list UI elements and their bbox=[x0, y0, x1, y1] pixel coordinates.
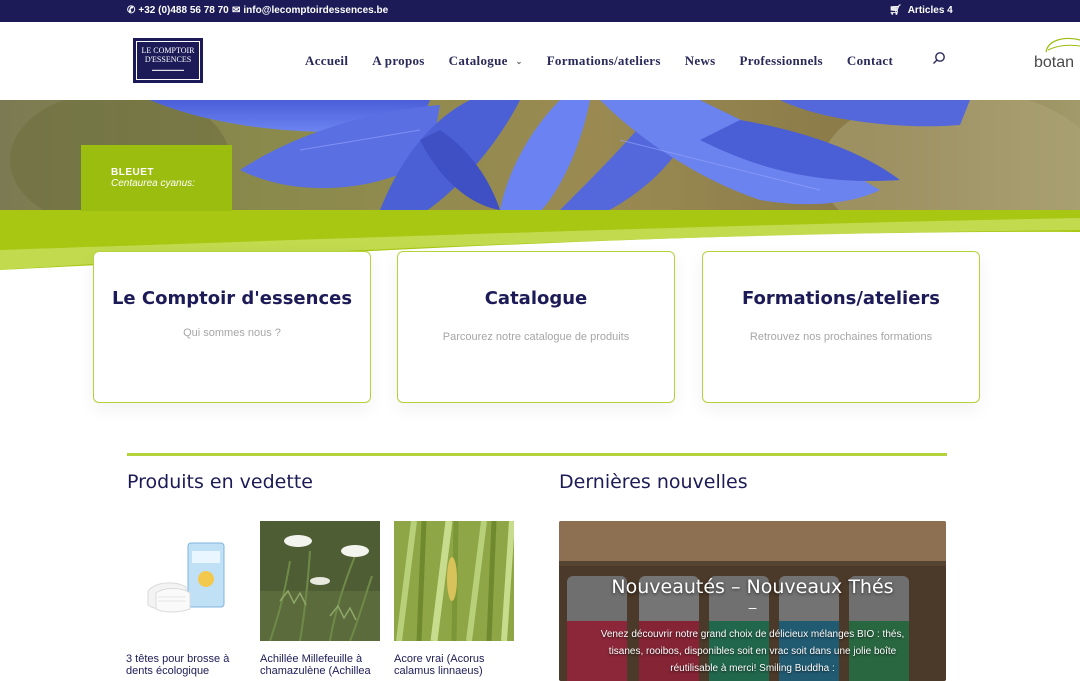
card-formations[interactable]: Formations/ateliers Retrouvez nos procha… bbox=[702, 251, 980, 403]
card-le-comptoir[interactable]: Le Comptoir d'essences Qui sommes nous ? bbox=[93, 251, 371, 403]
card-title: Le Comptoir d'essences bbox=[111, 288, 353, 309]
hero-caption-subtitle: Centaurea cyanus: bbox=[111, 178, 195, 189]
nav-formations[interactable]: Formations/ateliers bbox=[547, 53, 661, 69]
product-image[interactable] bbox=[260, 521, 380, 641]
main-nav: Accueil A propos Catalogue ⌄ Formations/… bbox=[305, 53, 917, 69]
nav-news[interactable]: News bbox=[685, 53, 716, 69]
section-divider bbox=[127, 453, 947, 456]
site-logo[interactable]: LE COMPTOIR D'ESSENCES ▬▬▬▬▬▬▬▬ bbox=[133, 38, 203, 83]
featured-products-heading: Produits en vedette bbox=[127, 471, 313, 493]
phone-number[interactable]: +32 (0)488 56 78 70 bbox=[138, 5, 228, 16]
hero-caption: BLEUET Centaurea cyanus: bbox=[81, 145, 232, 211]
phone-icon: ✆ bbox=[127, 5, 136, 16]
product-name[interactable]: Achillée Millefeuille à chamazulène (Ach… bbox=[260, 653, 380, 677]
phone-contact[interactable]: ✆ +32 (0)488 56 78 70 bbox=[127, 5, 229, 16]
product-image[interactable] bbox=[394, 521, 514, 641]
logo-line-2: D'ESSENCES bbox=[144, 55, 192, 64]
nav-contact[interactable]: Contact bbox=[847, 53, 893, 69]
site-header: LE COMPTOIR D'ESSENCES ▬▬▬▬▬▬▬▬ Accueil … bbox=[0, 22, 1080, 100]
product-card[interactable]: Achillée Millefeuille à chamazulène (Ach… bbox=[260, 521, 380, 677]
card-title: Catalogue bbox=[484, 288, 588, 309]
partner-logo[interactable]: botan bbox=[1034, 34, 1080, 84]
product-card[interactable]: 3 têtes pour brosse à dents écologique bbox=[126, 521, 246, 677]
card-subtitle: Retrouvez nos prochaines formations bbox=[749, 331, 933, 343]
nav-professionnels[interactable]: Professionnels bbox=[740, 53, 823, 69]
card-title: Formations/ateliers bbox=[741, 288, 941, 309]
card-subtitle: Parcourez notre catalogue de produits bbox=[442, 331, 630, 343]
mail-icon: ✉ bbox=[232, 5, 241, 16]
nav-accueil[interactable]: Accueil bbox=[305, 53, 348, 69]
product-card[interactable]: Acore vrai (Acorus calamus linnaeus) bbox=[394, 521, 514, 677]
news-item-dash: – bbox=[748, 599, 757, 615]
product-name[interactable]: 3 têtes pour brosse à dents écologique bbox=[126, 653, 246, 677]
latest-news-heading: Dernières nouvelles bbox=[559, 471, 748, 493]
product-name[interactable]: Acore vrai (Acorus calamus linnaeus) bbox=[394, 653, 514, 677]
cart-count[interactable]: Articles 4 bbox=[908, 5, 953, 16]
news-item-title[interactable]: Nouveautés – Nouveaux Thés bbox=[559, 576, 946, 598]
hero-caption-title: BLEUET bbox=[111, 167, 154, 178]
chevron-down-icon: ⌄ bbox=[515, 56, 523, 66]
news-card[interactable]: Nouveautés – Nouveaux Thés – Venez décou… bbox=[559, 521, 946, 681]
email-address[interactable]: info@lecomptoirdessences.be bbox=[243, 5, 388, 16]
partner-text: botan bbox=[1034, 54, 1075, 71]
card-catalogue[interactable]: Catalogue Parcourez notre catalogue de p… bbox=[397, 251, 675, 403]
cart-icon: 🛒︎ bbox=[889, 5, 902, 16]
logo-tagline-graphic: ▬▬▬▬▬▬▬▬ bbox=[152, 67, 184, 72]
search-icon[interactable] bbox=[932, 51, 946, 65]
nav-catalogue-label: Catalogue bbox=[448, 53, 508, 68]
top-bar: ✆ +32 (0)488 56 78 70 ✉ info@lecomptoird… bbox=[0, 0, 1080, 22]
product-image[interactable] bbox=[126, 521, 246, 641]
nav-a-propos[interactable]: A propos bbox=[372, 53, 424, 69]
logo-line-1: LE COMPTOIR bbox=[141, 46, 195, 55]
email-contact[interactable]: ✉ info@lecomptoirdessences.be bbox=[232, 5, 388, 16]
nav-catalogue[interactable]: Catalogue ⌄ bbox=[449, 53, 523, 69]
cart-link[interactable]: 🛒︎ Articles 4 bbox=[889, 5, 953, 16]
card-subtitle: Qui sommes nous ? bbox=[183, 327, 281, 339]
news-item-excerpt: Venez découvrir notre grand choix de dél… bbox=[600, 629, 905, 674]
